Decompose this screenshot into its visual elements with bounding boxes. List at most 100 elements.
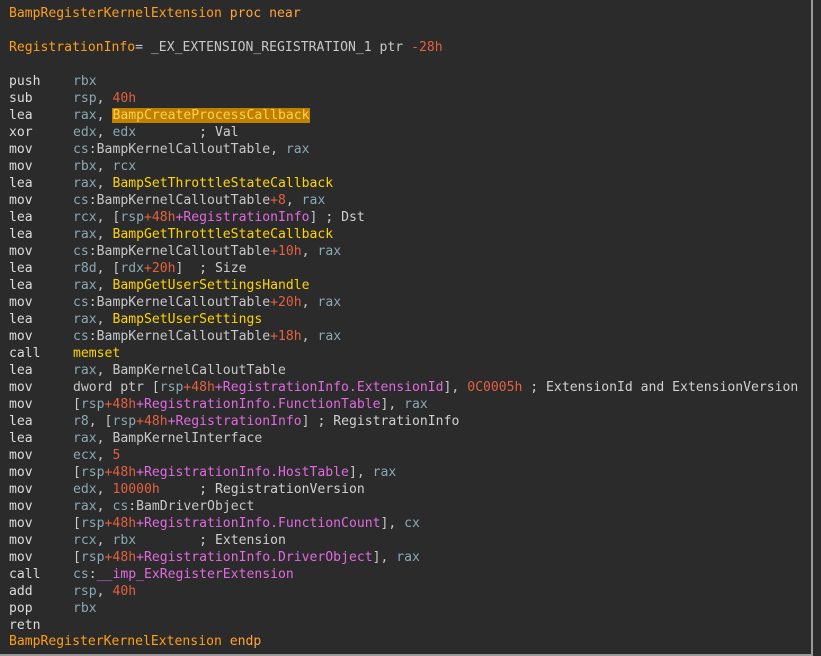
operand-punctuation: ]: [175, 261, 200, 276]
register-operand: r8d: [73, 261, 97, 276]
operand-punctuation: [136, 125, 199, 140]
immediate-operand: +48h: [104, 397, 137, 412]
operand-punctuation: ,: [96, 431, 113, 446]
operand-punctuation: ,: [96, 227, 113, 242]
global-ref[interactable]: BampKernelCalloutTable: [97, 193, 270, 208]
disassembly-view[interactable]: BampRegisterKernelExtension proc near Re…: [0, 0, 813, 656]
local-var-name[interactable]: RegistrationInfo: [9, 40, 135, 55]
operand-punctuation: ,: [96, 278, 113, 293]
mnemonic: lea: [9, 278, 33, 293]
operands: rbx: [73, 73, 97, 90]
mnemonic: sub: [9, 91, 33, 106]
proc-header-line[interactable]: BampRegisterKernelExtension proc near: [9, 5, 301, 22]
operands: rsp, 40h: [73, 583, 136, 600]
comment: ; RegistrationVersion: [199, 482, 365, 497]
operand-punctuation: dword ptr [: [73, 380, 160, 395]
register-operand: rax: [317, 244, 342, 259]
struct-field-ref[interactable]: +RegistrationInfo.DriverObject: [136, 550, 373, 565]
register-operand: cs: [73, 244, 89, 259]
comment: ; RegistrationInfo: [317, 414, 460, 429]
struct-field-ref[interactable]: +RegistrationInfo: [176, 210, 310, 225]
register-operand: cs: [73, 142, 89, 157]
struct-field-ref[interactable]: +RegistrationInfo.FunctionTable: [136, 397, 380, 412]
register-operand: cs: [112, 499, 129, 514]
global-ref[interactable]: BampKernelCalloutTable: [97, 244, 270, 259]
register-operand: rax: [73, 108, 97, 123]
global-ref[interactable]: BampKernelCalloutTable: [112, 363, 285, 378]
mnemonic: mov: [9, 533, 33, 548]
register-operand: rax: [73, 278, 97, 293]
mnemonic: add: [9, 584, 33, 599]
global-ref[interactable]: BampKernelCalloutTable: [97, 142, 270, 157]
register-operand: rax: [301, 193, 326, 208]
operand-punctuation: :: [88, 142, 97, 157]
global-ref[interactable]: BamDriverObject: [136, 499, 254, 514]
operands: [rsp+48h+RegistrationInfo.DriverObject],…: [73, 549, 420, 566]
operand-punctuation: ,: [96, 448, 113, 463]
operand-punctuation: ,: [270, 142, 286, 157]
proc-footer-line[interactable]: BampRegisterKernelExtension endp: [9, 633, 261, 650]
operand-punctuation: ,: [96, 108, 113, 123]
operand-punctuation: ]: [301, 414, 318, 429]
register-operand: edx: [73, 125, 97, 140]
endp-keyword: endp: [229, 634, 262, 649]
function-ref[interactable]: BampSetUserSettings: [112, 312, 262, 327]
function-ref[interactable]: BampGetThrottleStateCallback: [112, 227, 333, 242]
function-ref[interactable]: memset: [73, 346, 120, 361]
global-ref[interactable]: BampKernelCalloutTable: [97, 295, 270, 310]
proc-name-label[interactable]: BampRegisterKernelExtension: [9, 6, 222, 21]
operand-punctuation: :: [128, 499, 137, 514]
operands: ecx, 5: [73, 447, 120, 464]
mnemonic: lea: [9, 176, 33, 191]
global-ref[interactable]: BampKernelInterface: [112, 431, 262, 446]
endp-proc-name[interactable]: BampRegisterKernelExtension: [9, 634, 222, 649]
register-operand: rsp: [80, 465, 105, 480]
local-var-equals: =: [135, 40, 144, 55]
register-operand: rax: [73, 312, 97, 327]
mnemonic: mov: [9, 516, 33, 531]
register-operand: rcx: [73, 533, 97, 548]
register-operand: rax: [396, 550, 420, 565]
struct-field-ref[interactable]: +RegistrationInfo: [168, 414, 302, 429]
register-operand: rbx: [112, 533, 137, 548]
register-operand: rax: [285, 142, 310, 157]
mnemonic: mov: [9, 159, 33, 174]
register-operand: r8: [73, 414, 89, 429]
operand-punctuation: [136, 533, 199, 548]
operands: rax, BampCreateProcessCallback: [73, 107, 310, 124]
register-operand: rax: [372, 465, 397, 480]
operand-punctuation: :: [88, 295, 97, 310]
operands: rbx, rcx: [73, 158, 136, 175]
operand-punctuation: ,: [301, 295, 318, 310]
operands: cs:__imp_ExRegisterExtension: [73, 566, 294, 583]
register-operand: rsp: [159, 380, 184, 395]
struct-field-ref[interactable]: +RegistrationInfo.HostTable: [136, 465, 349, 480]
local-var-line[interactable]: RegistrationInfo= _EX_EXTENSION_REGISTRA…: [9, 39, 443, 56]
struct-field-ref[interactable]: +RegistrationInfo.FunctionCount: [136, 516, 380, 531]
register-operand: cx: [404, 516, 420, 531]
register-operand: cs: [73, 567, 89, 582]
mnemonic: lea: [9, 261, 33, 276]
immediate-operand: 10000h: [112, 482, 160, 497]
mnemonic: mov: [9, 465, 33, 480]
immediate-operand: +48h: [104, 465, 137, 480]
immediate-operand: 5: [112, 448, 121, 463]
mnemonic: mov: [9, 550, 33, 565]
import-ref[interactable]: __imp_ExRegisterExtension: [97, 567, 294, 582]
struct-field-ref[interactable]: +RegistrationInfo.ExtensionId: [215, 380, 444, 395]
operands: edx, edx ; Val: [73, 124, 239, 141]
register-operand: cs: [73, 329, 89, 344]
comment: ; Extension: [199, 533, 286, 548]
comment: ; Dst: [325, 210, 365, 225]
function-ref[interactable]: BampSetThrottleStateCallback: [112, 176, 333, 191]
immediate-operand: 0C0005h: [467, 380, 523, 395]
immediate-operand: +48h: [183, 380, 215, 395]
immediate-operand: +48h: [104, 550, 137, 565]
function-ref-highlighted[interactable]: BampCreateProcessCallback: [112, 108, 310, 123]
global-ref[interactable]: BampKernelCalloutTable: [97, 329, 270, 344]
mnemonic: lea: [9, 431, 33, 446]
function-ref[interactable]: BampGetUserSettingsHandle: [112, 278, 309, 293]
register-operand: rsp: [120, 210, 144, 225]
operands: edx, 10000h ; RegistrationVersion: [73, 481, 365, 498]
operands: rax, BampGetUserSettingsHandle: [73, 277, 310, 294]
